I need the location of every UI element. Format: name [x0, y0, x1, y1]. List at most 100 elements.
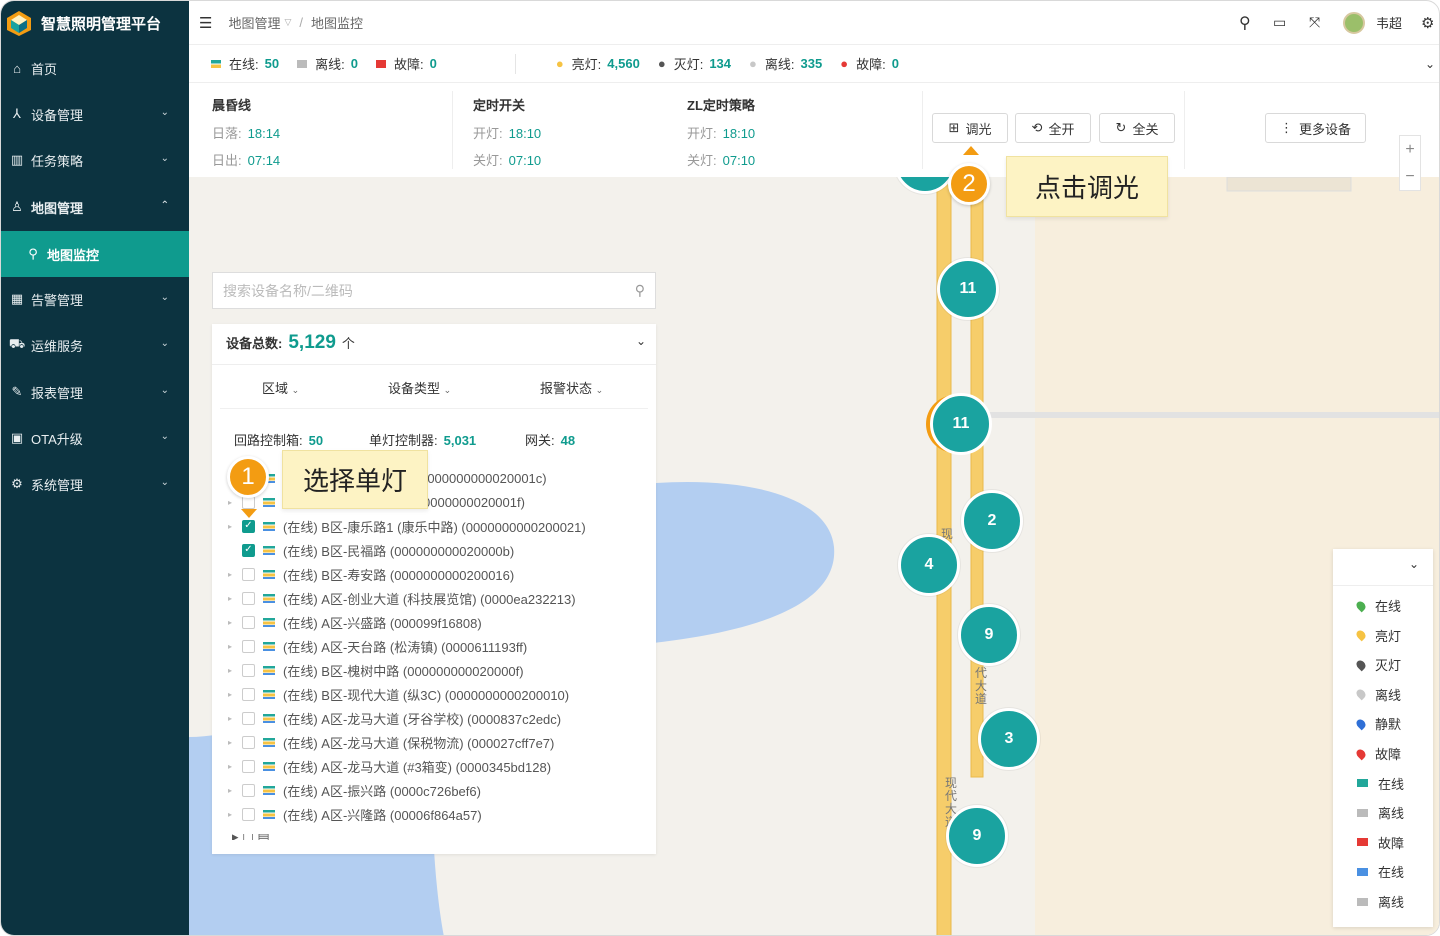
sidebar-item-system[interactable]: ⚙ 系统管理 ⌄	[1, 461, 189, 507]
strategy-twilight[interactable]: 晨昏线 日落: 18:14 日出: 07:14	[212, 95, 280, 177]
fullscreen-icon[interactable]: ⤧	[1309, 14, 1320, 31]
device-checkbox[interactable]: ✓	[242, 543, 255, 557]
device-checkbox[interactable]	[242, 735, 255, 749]
map-cluster[interactable]: 9	[946, 805, 1008, 867]
chevron-down-icon: ▽	[284, 17, 292, 27]
dim-button[interactable]: ⊞ 调光	[932, 113, 1008, 143]
label: 在线:	[229, 57, 259, 72]
sidebar-item-task[interactable]: ▥ 任务策略 ⌄	[1, 137, 189, 183]
list-item[interactable]: ▸ (在线) A区-振兴路 (0000c726bef6)	[228, 778, 481, 802]
search-icon[interactable]: ⚲	[635, 282, 645, 299]
device-checkbox[interactable]	[242, 759, 255, 773]
list-item[interactable]: ▸ (在线) B区-寿安路 (0000000000200016)	[228, 562, 514, 586]
expand-arrow-icon[interactable]: ▸	[228, 690, 238, 699]
list-item[interactable]: ▸ (在线) A区-兴盛路 (000099f16808)	[228, 610, 482, 634]
sidebar-item-home[interactable]: ⌂ 首页	[1, 45, 189, 91]
map-cluster[interactable]: 11	[937, 258, 999, 320]
device-checkbox[interactable]	[242, 615, 255, 629]
pin-icon	[1354, 599, 1368, 612]
avatar[interactable]	[1343, 12, 1365, 34]
all-on-button[interactable]: ⟲ 全开	[1015, 113, 1091, 143]
gear-icon: ⚙	[11, 476, 23, 491]
more-devices-button[interactable]: ⋮ 更多设备	[1265, 113, 1366, 143]
menu-collapse-icon[interactable]: ☰	[199, 14, 212, 32]
expand-arrow-icon[interactable]: ▸	[228, 570, 238, 579]
zoom-out-icon[interactable]: −	[1400, 163, 1420, 190]
device-checkbox[interactable]	[242, 783, 255, 797]
strategy-timer[interactable]: 定时开关 开灯: 18:10 关灯: 07:10	[473, 95, 541, 177]
device-status-icon	[263, 737, 275, 747]
settings-icon[interactable]: ⚙	[1421, 14, 1434, 32]
strategy-title: 晨昏线	[212, 98, 252, 113]
sidebar-item-label: 地图监控	[47, 247, 100, 263]
sidebar-item-map-monitor[interactable]: ⚲ 地图监控	[1, 231, 189, 277]
pin-icon	[1354, 717, 1368, 731]
device-checkbox[interactable]	[242, 591, 255, 605]
sidebar-item-alarm[interactable]: ▦ 告警管理 ⌄	[1, 276, 189, 322]
filter-area[interactable]: 区域 ⌄	[262, 378, 299, 397]
device-status-icon	[263, 785, 275, 795]
map-cluster[interactable]: 3	[978, 708, 1040, 770]
expand-arrow-icon[interactable]: ▸	[228, 762, 238, 771]
device-checkbox[interactable]	[242, 807, 255, 821]
device-checkbox[interactable]	[242, 711, 255, 725]
filter-alarm[interactable]: 报警状态 ⌄	[540, 378, 603, 397]
expand-arrow-icon[interactable]: ▸	[228, 522, 238, 531]
map-cluster[interactable]: 11	[930, 393, 992, 455]
label: 日落:	[212, 126, 242, 141]
sidebar-item-map[interactable]: ♙ 地图管理 ⌃	[1, 184, 189, 230]
expand-arrow-icon[interactable]: ▸	[228, 738, 238, 747]
list-item[interactable]: ▸ (在线) B区-槐树中路 (000000000020000f)	[228, 658, 524, 682]
device-checkbox[interactable]	[242, 663, 255, 677]
map-cluster[interactable]: 2	[961, 490, 1023, 552]
map-cluster[interactable]: 4	[898, 534, 960, 596]
bulb-on-icon: ●	[555, 56, 564, 71]
filter-type[interactable]: 设备类型 ⌄	[388, 378, 451, 397]
chevron-down-icon[interactable]: ⌄	[636, 334, 646, 348]
list-item[interactable]: ▸ (在线) A区-创业大道 (科技展览馆) (0000ea232213)	[228, 586, 576, 610]
offline-icon	[297, 59, 308, 68]
list-item[interactable]: ▸ (在线) A区-龙马大道 (牙谷学校) (0000837c2edc)	[228, 706, 561, 730]
breadcrumb-item[interactable]: 地图管理	[228, 13, 280, 32]
expand-arrow-icon[interactable]: ▸	[228, 498, 238, 507]
expand-arrow-icon[interactable]: ▸	[228, 666, 238, 675]
label: 开灯:	[473, 126, 503, 141]
strategy-zl[interactable]: ZL定时策略 开灯: 18:10 关灯: 07:10	[687, 95, 755, 177]
sidebar-item-ota[interactable]: ▣ OTA升级 ⌄	[1, 415, 189, 461]
sidebar-item-device[interactable]: ⅄ 设备管理 ⌄	[1, 91, 189, 137]
expand-arrow-icon[interactable]: ▸	[228, 714, 238, 723]
chevron-down-icon[interactable]: ⌄	[1425, 57, 1435, 71]
legend-label: 在线	[1375, 599, 1402, 614]
search-input[interactable]: 搜索设备名称/二维码 ⚲	[212, 272, 656, 309]
legend-label: 在线	[1378, 865, 1405, 881]
sidebar-item-report[interactable]: ✎ 报表管理 ⌄	[1, 369, 189, 415]
map-cluster[interactable]: 9	[958, 604, 1020, 666]
list-item[interactable]: ▸ (在线) A区-龙马大道 (保税物流) (000027cff7e7)	[228, 730, 554, 754]
list-item[interactable]: ▸ (在线) A区-龙马大道 (#3箱变) (0000345bd128)	[228, 754, 551, 778]
zoom-in-icon[interactable]: +	[1400, 136, 1420, 163]
expand-arrow-icon[interactable]: ▸	[228, 786, 238, 795]
sidebar-item-ops[interactable]: ⛟ 运维服务 ⌄	[1, 322, 189, 368]
list-item[interactable]: ▸ ✓ (在线) B区-康乐路1 (康乐中路) (0000000000200021)	[228, 514, 586, 538]
value: 50	[308, 433, 324, 448]
list-item[interactable]: ▸ (在线) A区-天台路 (松涛镇) (0000611193ff)	[228, 634, 527, 658]
expand-arrow-icon[interactable]: ▸	[228, 618, 238, 627]
list-item[interactable]: ▸✓(在线) B区-民福路 (000000000020000b)	[228, 538, 514, 562]
expand-arrow-icon[interactable]: ▸	[228, 594, 238, 603]
device-checkbox[interactable]	[242, 639, 255, 653]
expand-arrow-icon[interactable]: ▸	[228, 810, 238, 819]
device-checkbox[interactable]	[242, 567, 255, 581]
list-item[interactable]: ▸ (在线) A区-兴隆路 (00006f864a57)	[228, 802, 482, 826]
all-off-button[interactable]: ↻ 全关	[1099, 113, 1175, 143]
status-online: 在线: 50	[211, 54, 279, 73]
expand-arrow-icon[interactable]: ▸	[228, 642, 238, 651]
road-label: 代大道	[975, 666, 988, 706]
device-checkbox[interactable]	[242, 687, 255, 701]
monitor-icon[interactable]: ▭	[1273, 14, 1286, 31]
app-logo[interactable]: 智慧照明管理平台	[1, 1, 189, 45]
user-name[interactable]: 韦超	[1376, 13, 1402, 32]
device-checkbox[interactable]: ✓	[242, 519, 255, 533]
chevron-down-icon[interactable]: ⌄	[1409, 557, 1419, 571]
list-item[interactable]: ▸ (在线) B区-现代大道 (纵3C) (0000000000200010)	[228, 682, 569, 706]
search-icon[interactable]: ⚲	[1239, 13, 1251, 33]
